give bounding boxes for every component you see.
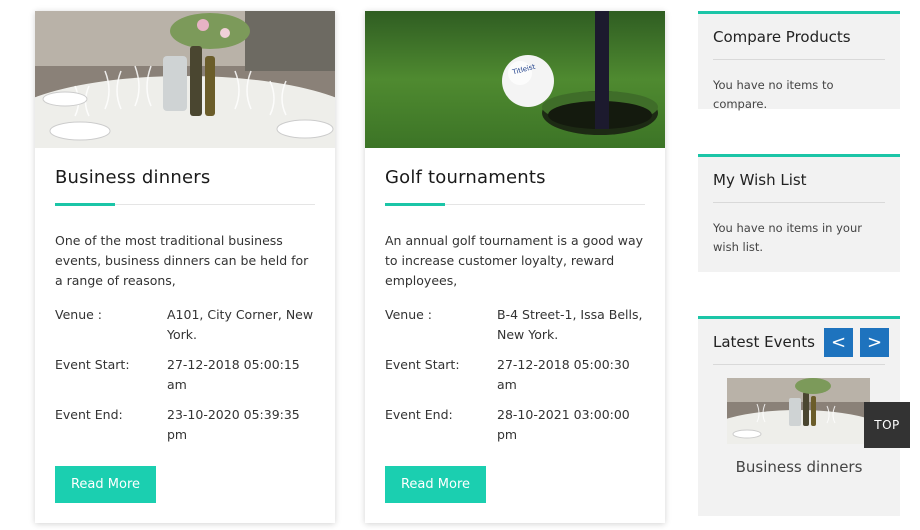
- latest-event-caption[interactable]: Business dinners: [698, 458, 900, 476]
- carousel-next-button[interactable]: >: [860, 328, 889, 357]
- venue-label: Venue :: [385, 307, 432, 322]
- title-accent-bar: [55, 203, 115, 206]
- event-description: One of the most traditional business eve…: [55, 233, 309, 288]
- event-end-label: Event End:: [385, 407, 453, 422]
- event-start-label: Event Start:: [385, 357, 460, 372]
- widget-divider: [713, 202, 885, 203]
- wish-list-widget: My Wish List You have no items in your w…: [698, 154, 900, 272]
- event-start-value: 27-12-2018 05:00:30 am: [497, 357, 630, 392]
- event-description: An annual golf tournament is a good way …: [385, 233, 644, 288]
- read-more-button[interactable]: Read More: [55, 466, 156, 503]
- widget-title: Compare Products: [713, 28, 851, 46]
- event-card-business-dinners: Business dinners One of the most traditi…: [35, 11, 335, 523]
- venue-value: A101, City Corner, New York.: [167, 307, 314, 342]
- event-image-golf-ball[interactable]: Titleist: [365, 11, 665, 148]
- widget-divider: [713, 59, 885, 60]
- wishlist-empty-text: You have no items in your wish list.: [713, 221, 862, 254]
- venue-value: B-4 Street-1, Issa Bells, New York.: [497, 307, 643, 342]
- event-end-value: 23-10-2020 05:39:35 pm: [167, 407, 300, 442]
- widget-title: My Wish List: [713, 171, 807, 189]
- event-image-dinner-table[interactable]: [35, 11, 335, 148]
- event-start-value: 27-12-2018 05:00:15 am: [167, 357, 300, 392]
- read-more-button[interactable]: Read More: [385, 466, 486, 503]
- latest-event-thumbnail[interactable]: [727, 378, 870, 444]
- event-card-golf-tournaments: Titleist Golf tournaments An annual golf…: [365, 11, 665, 523]
- event-title[interactable]: Golf tournaments: [385, 167, 546, 188]
- event-end-value: 28-10-2021 03:00:00 pm: [497, 407, 630, 442]
- carousel-prev-button[interactable]: <: [824, 328, 853, 357]
- venue-label: Venue :: [55, 307, 102, 322]
- compare-products-widget: Compare Products You have no items to co…: [698, 11, 900, 111]
- event-title[interactable]: Business dinners: [55, 167, 210, 188]
- title-accent-bar: [385, 203, 445, 206]
- compare-empty-text: You have no items to compare.: [713, 78, 834, 111]
- back-to-top-button[interactable]: TOP: [864, 402, 910, 448]
- event-start-label: Event Start:: [55, 357, 130, 372]
- widget-title: Latest Events: [713, 333, 815, 351]
- widget-divider: [713, 364, 885, 365]
- event-end-label: Event End:: [55, 407, 123, 422]
